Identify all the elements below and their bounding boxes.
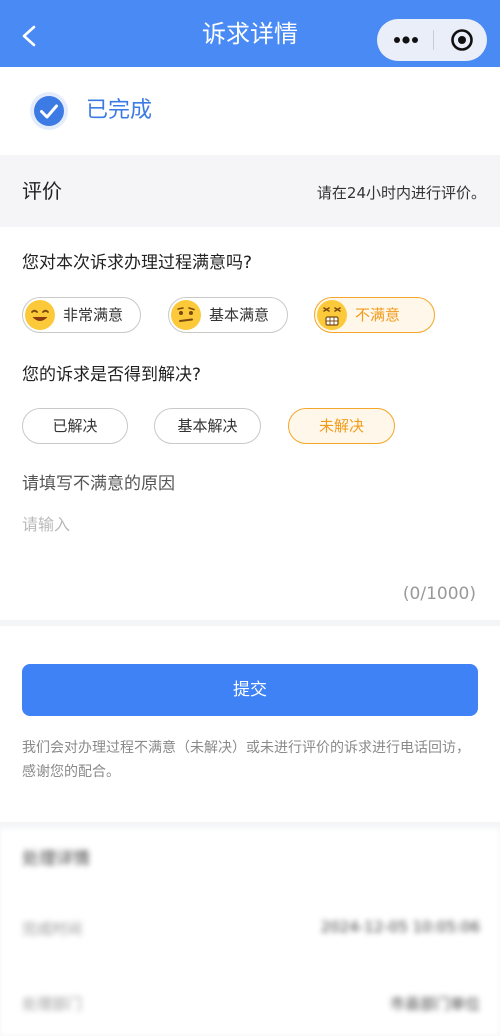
frustrated-face-icon [314, 297, 350, 333]
status-label: 已完成 [86, 98, 153, 123]
option-dissatisfied[interactable]: 不满意 [314, 297, 435, 333]
evaluation-hint: 请在24小时内进行评价。 [316, 184, 486, 202]
char-counter: (0/1000) [402, 584, 476, 604]
more-icon[interactable] [377, 19, 433, 61]
detail-row-value: 2024-12-05 10:05:06 [320, 918, 480, 936]
option-label: 非常满意 [63, 306, 124, 324]
close-miniprogram-icon[interactable] [434, 19, 487, 61]
status-section: 已完成 [0, 67, 500, 155]
detail-row-label: 完成时间 [22, 920, 83, 938]
reason-label: 请填写不满意的原因 [22, 474, 175, 494]
neutral-face-icon [168, 297, 204, 333]
option-label: 基本满意 [209, 306, 270, 324]
option-resolved[interactable]: 已解决 [22, 408, 128, 444]
submit-button[interactable]: 提交 [22, 664, 478, 716]
evaluation-form: 您对本次诉求办理过程满意吗? 非常满意 基本满意 不满意 您的诉求是否得到解决?… [0, 227, 500, 620]
mini-program-capsule [377, 19, 487, 61]
processing-detail-section: 处理详情 完成时间 2024-12-05 10:05:06 处理部门 市县部门单… [0, 828, 500, 1036]
option-unresolved[interactable]: 未解决 [288, 408, 395, 444]
option-basically-resolved[interactable]: 基本解决 [154, 408, 261, 444]
option-very-satisfied[interactable]: 非常满意 [22, 297, 141, 333]
smile-face-icon [22, 297, 58, 333]
check-circle-icon [29, 91, 69, 131]
satisfaction-question: 您对本次诉求办理过程满意吗? [22, 253, 253, 273]
detail-title: 处理详情 [22, 849, 90, 869]
callback-note: 我们会对办理过程不满意（未解决）或未进行评价的诉求进行电话回访，感谢您的配合。 [22, 740, 470, 780]
detail-row-value: 市县部门单位 [389, 995, 480, 1013]
option-label: 不满意 [355, 306, 401, 324]
evaluation-title: 评价 [22, 179, 62, 203]
submit-section: 提交 我们会对办理过程不满意（未解决）或未进行评价的诉求进行电话回访，感谢您的配… [0, 626, 500, 822]
option-basically-satisfied[interactable]: 基本满意 [168, 297, 288, 333]
reason-input[interactable] [22, 511, 478, 571]
evaluation-header: 评价 请在24小时内进行评价。 [0, 155, 500, 227]
nav-bar: 诉求详情 [0, 0, 500, 67]
detail-row-label: 处理部门 [22, 995, 83, 1013]
resolution-question: 您的诉求是否得到解决? [22, 365, 202, 385]
